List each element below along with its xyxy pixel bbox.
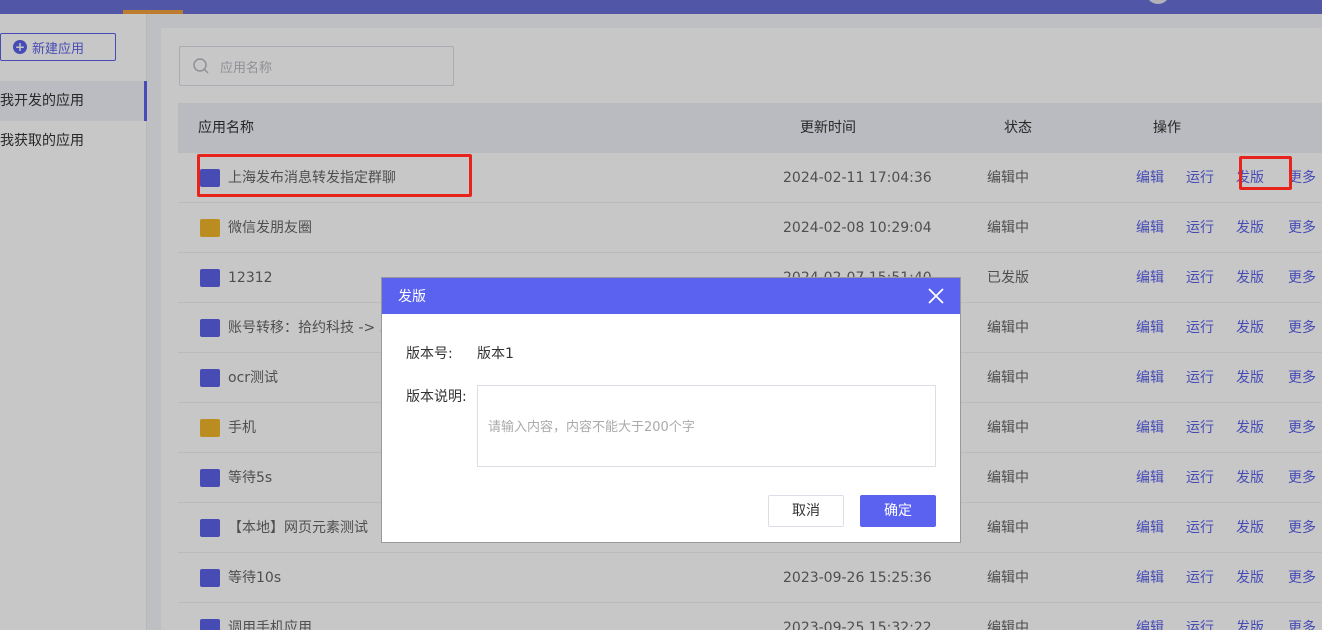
dialog-title: 发版 bbox=[398, 289, 426, 305]
description-placeholder: 请输入内容，内容不能大于200个字 bbox=[488, 420, 695, 435]
confirm-button[interactable]: 确定 bbox=[860, 495, 936, 527]
version-value: 版本1 bbox=[477, 346, 514, 362]
description-label: 版本说明: bbox=[406, 389, 467, 405]
cancel-button[interactable]: 取消 bbox=[768, 495, 844, 527]
close-icon[interactable] bbox=[926, 286, 946, 306]
publish-dialog: 发版 版本号: 版本1 版本说明: 请输入内容，内容不能大于200个字 取消 确… bbox=[381, 277, 961, 543]
description-textarea[interactable]: 请输入内容，内容不能大于200个字 bbox=[477, 385, 936, 467]
version-label: 版本号: bbox=[406, 346, 453, 362]
dialog-header: 发版 bbox=[382, 278, 960, 314]
